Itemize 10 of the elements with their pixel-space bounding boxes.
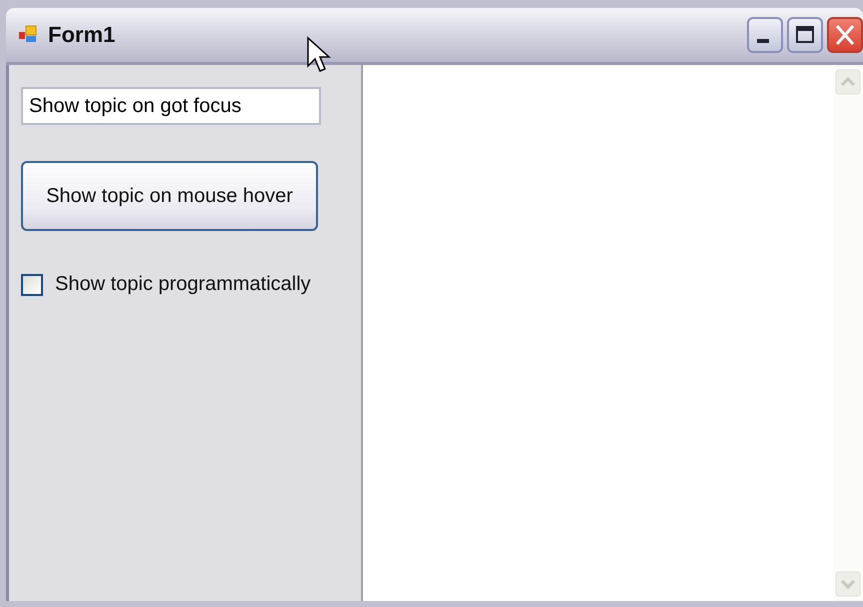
- minimize-button[interactable]: [747, 17, 783, 53]
- text-field[interactable]: Show topic on got focus: [21, 87, 321, 125]
- checkbox-label: Show topic programmatically: [55, 273, 311, 296]
- mouse-cursor-icon: [306, 36, 332, 74]
- checkbox[interactable]: [21, 274, 43, 296]
- close-button[interactable]: [827, 17, 863, 53]
- minimize-icon: [757, 39, 769, 43]
- maximize-button[interactable]: [787, 17, 823, 53]
- window-title: Form1: [48, 22, 116, 48]
- show-topic-button[interactable]: Show topic on mouse hover: [21, 161, 318, 231]
